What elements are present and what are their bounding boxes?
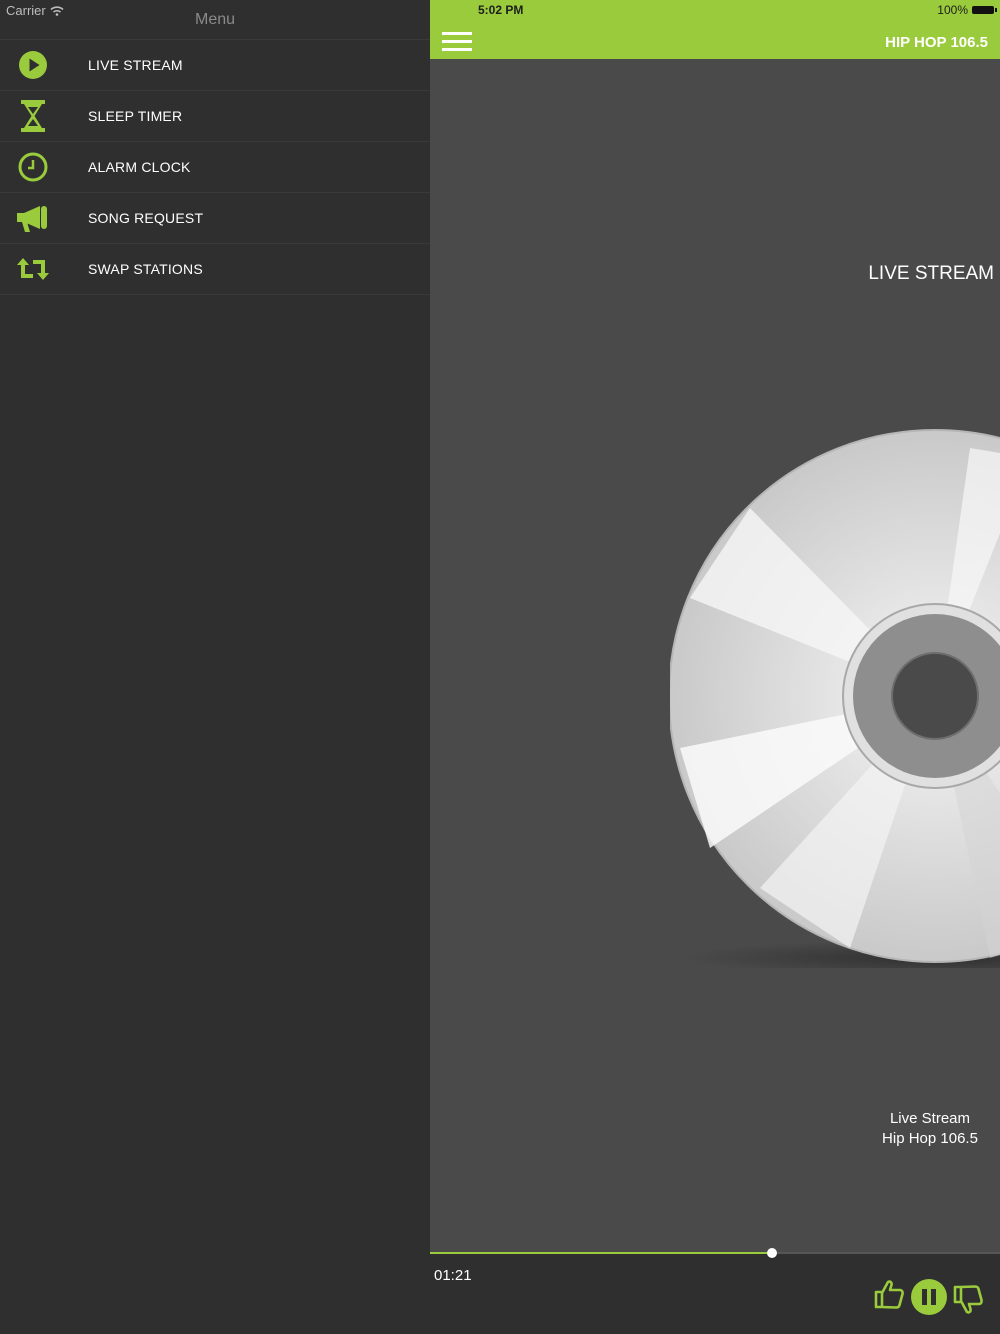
hamburger-menu-icon[interactable] bbox=[442, 32, 472, 52]
progress-bar[interactable] bbox=[430, 1248, 1000, 1258]
thumbs-up-icon[interactable] bbox=[873, 1278, 905, 1310]
menu-item-song-request[interactable]: SONG REQUEST bbox=[0, 193, 430, 244]
menu-item-label: SWAP STATIONS bbox=[88, 261, 203, 277]
menu-item-label: ALARM CLOCK bbox=[88, 159, 191, 175]
play-circle-icon bbox=[16, 48, 50, 82]
hourglass-icon bbox=[16, 99, 50, 133]
elapsed-time: 01:21 bbox=[434, 1267, 472, 1284]
menu-item-swap-stations[interactable]: SWAP STATIONS bbox=[0, 244, 430, 295]
menu-item-sleep-timer[interactable]: SLEEP TIMER bbox=[0, 91, 430, 142]
cd-disc-image bbox=[670, 429, 1000, 968]
menu-list: LIVE STREAM SLEEP TIMER ALARM CLOCK SONG… bbox=[0, 39, 430, 295]
battery-percent: 100% bbox=[937, 3, 968, 17]
battery-icon bbox=[972, 6, 997, 14]
menu-item-label: SLEEP TIMER bbox=[88, 108, 183, 124]
top-bar: 5:02 PM 100% HIP HOP 106.5 bbox=[430, 0, 1000, 59]
now-playing-info: Live Stream Hip Hop 106.5 bbox=[854, 1109, 1000, 1149]
now-playing-title: Live Stream bbox=[889, 1110, 971, 1127]
menu-item-alarm-clock[interactable]: ALARM CLOCK bbox=[0, 142, 430, 193]
status-time: 5:02 PM bbox=[478, 3, 524, 17]
clock-icon bbox=[16, 150, 50, 184]
megaphone-icon bbox=[16, 201, 50, 235]
thumbs-down-icon[interactable] bbox=[952, 1284, 984, 1316]
player-panel: 5:02 PM 100% HIP HOP 106.5 LIVE STREAM L… bbox=[430, 0, 1000, 1334]
progress-thumb[interactable] bbox=[767, 1248, 777, 1258]
menu-item-label: LIVE STREAM bbox=[88, 57, 183, 73]
menu-title: Menu bbox=[194, 11, 236, 28]
swap-arrows-icon bbox=[16, 252, 50, 286]
now-playing-station: Hip Hop 106.5 bbox=[882, 1130, 978, 1147]
pause-icon[interactable] bbox=[910, 1278, 948, 1316]
side-menu: Carrier Menu LIVE STREAM SLEEP TIMER ALA… bbox=[0, 0, 430, 1334]
station-title: HIP HOP 106.5 bbox=[885, 34, 988, 51]
progress-fill bbox=[430, 1252, 772, 1254]
section-title: LIVE STREAM bbox=[868, 263, 994, 284]
menu-item-label: SONG REQUEST bbox=[88, 210, 204, 226]
menu-item-live-stream[interactable]: LIVE STREAM bbox=[0, 40, 430, 91]
